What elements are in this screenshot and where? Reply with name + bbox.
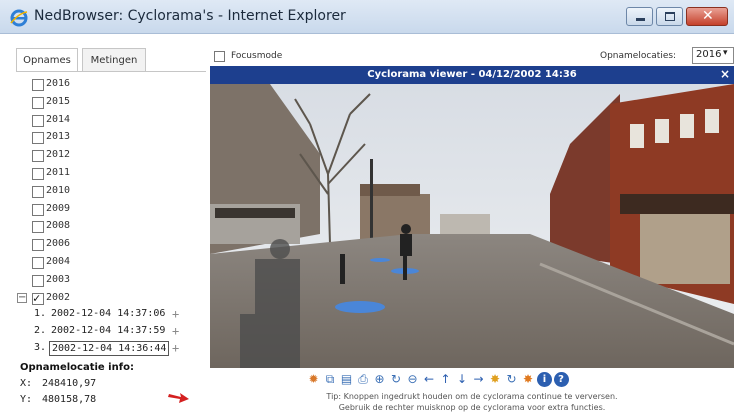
chevron-down-icon: ▾ [723, 48, 728, 58]
year-checkbox[interactable] [32, 132, 44, 145]
recording-timestamp[interactable]: 2002-12-04 14:37:59 [49, 324, 167, 337]
close-window-button[interactable]: ✕ [686, 7, 728, 26]
year-label: 2010 [46, 184, 71, 196]
brightness-down-icon[interactable]: ✸ [521, 372, 536, 387]
year-checkbox[interactable] [32, 203, 44, 216]
viewer-close-button[interactable]: × [720, 67, 730, 81]
maximize-button[interactable] [656, 7, 683, 26]
year-checkbox[interactable] [32, 274, 44, 287]
x-value: 248410,97 [42, 378, 97, 389]
year-label: 2006 [46, 238, 71, 250]
year-label: 2003 [46, 273, 71, 285]
arrow-left-icon[interactable]: ← [422, 372, 437, 387]
add-recording-icon[interactable]: + [172, 324, 179, 338]
direction-arrow-icon [168, 393, 189, 403]
year-label: 2002 [46, 291, 71, 303]
tip-line-2: Gebruik de rechter muisknop op de cyclor… [338, 403, 606, 412]
settings-icon[interactable]: ✹ [306, 372, 321, 387]
x-label: X: [20, 378, 33, 389]
year-checkbox[interactable] [32, 114, 44, 127]
tab-opnames[interactable]: Opnames [16, 48, 78, 72]
add-recording-icon[interactable]: + [172, 341, 179, 355]
year-label: 2014 [46, 113, 71, 125]
zoom-in-icon[interactable]: ⊕ [372, 372, 387, 387]
info-icon[interactable]: i [537, 372, 552, 387]
locations-value: 2016 [696, 49, 722, 60]
brightness-up-icon[interactable]: ✸ [488, 372, 503, 387]
year-label: 2009 [46, 202, 71, 214]
year-checkbox[interactable] [32, 239, 44, 252]
viewer-header: Cyclorama viewer - 04/12/2002 14:36 × [210, 66, 734, 84]
internet-explorer-icon [10, 9, 28, 27]
location-info-title: Opnamelocatie info: [20, 362, 134, 373]
year-label: 2013 [46, 131, 71, 143]
collapse-2002-toggle[interactable]: − [17, 293, 27, 303]
maximize-icon [665, 12, 675, 21]
year-checkbox[interactable] [32, 96, 44, 109]
focusmode-checkbox[interactable] [214, 51, 225, 62]
copy-icon[interactable]: ⧉ [323, 372, 338, 387]
tab-metingen[interactable]: Metingen [82, 48, 146, 72]
add-recording-icon[interactable]: + [172, 307, 179, 321]
year-label: 2008 [46, 220, 71, 232]
year-checkbox[interactable] [32, 257, 44, 269]
street-scene-image [210, 84, 734, 368]
recording-timestamp[interactable]: 2002-12-04 14:37:06 [49, 307, 167, 320]
recording-number: 3. [34, 342, 47, 353]
zoom-out-icon[interactable]: ⊖ [405, 372, 420, 387]
minimize-button[interactable] [626, 7, 653, 26]
print-icon[interactable]: ⎙ [356, 372, 371, 387]
locations-select[interactable]: 2016 ▾ [692, 47, 734, 64]
year-label: 2011 [46, 167, 71, 178]
focusmode-label: Focusmode [231, 51, 283, 61]
title-bar: NedBrowser: Cyclorama's - Internet Explo… [0, 0, 734, 34]
year-checkbox[interactable] [32, 291, 44, 305]
recording-number: 1. [34, 308, 47, 319]
locations-label: Opnamelocaties: [600, 51, 677, 61]
arrow-up-icon[interactable]: ↑ [438, 372, 453, 387]
year-checkbox[interactable] [32, 168, 44, 180]
recording-number: 2. [34, 325, 47, 336]
y-label: Y: [20, 394, 33, 405]
window-title: NedBrowser: Cyclorama's - Internet Explo… [34, 8, 346, 24]
help-icon[interactable]: ? [553, 372, 569, 387]
close-icon: ✕ [702, 8, 714, 24]
rotate-icon[interactable]: ↻ [504, 372, 519, 387]
tip-line-1: Tip: Knoppen ingedrukt houden om de cycl… [326, 392, 618, 401]
recording-timestamp[interactable]: 2002-12-04 14:36:44 [49, 341, 170, 356]
year-checkbox[interactable] [32, 221, 44, 234]
minimize-icon [636, 18, 645, 21]
year-label: 2012 [46, 149, 71, 161]
cyclorama-panorama[interactable] [210, 84, 734, 368]
refresh-icon[interactable]: ↻ [389, 372, 404, 387]
arrow-down-icon[interactable]: ↓ [455, 372, 470, 387]
year-checkbox[interactable] [32, 150, 44, 163]
y-value: 480158,78 [42, 394, 97, 405]
year-label: 2015 [46, 95, 71, 107]
year-label: 2004 [46, 256, 71, 267]
save-icon[interactable]: ▤ [339, 372, 354, 387]
arrow-right-icon[interactable]: → [471, 372, 486, 387]
year-checkbox[interactable] [32, 79, 44, 91]
year-checkbox[interactable] [32, 185, 44, 198]
year-label: 2016 [46, 78, 71, 89]
viewer-title: Cyclorama viewer - 04/12/2002 14:36 [367, 69, 577, 80]
